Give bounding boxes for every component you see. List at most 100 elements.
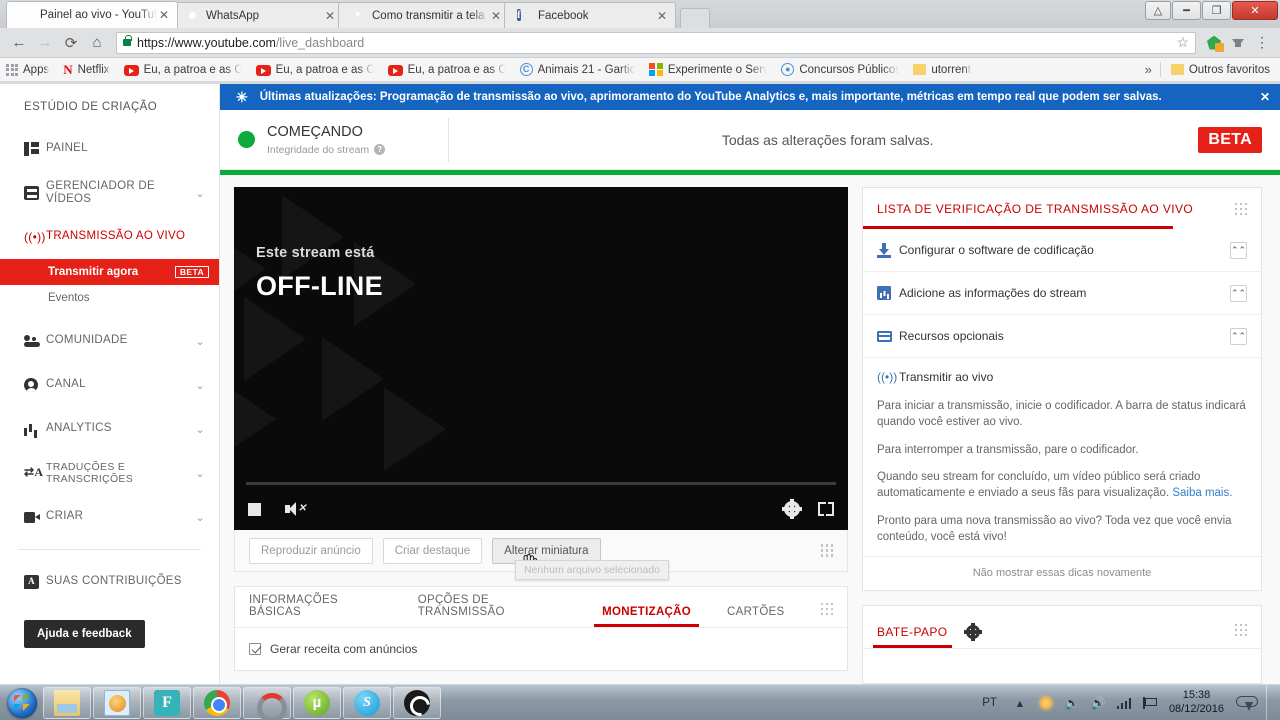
- sidebar-item-canal[interactable]: CANAL ⌄: [0, 363, 219, 407]
- bookmarks-overflow-icon[interactable]: »: [1137, 62, 1160, 77]
- storm-cloud-icon[interactable]: [1235, 693, 1259, 713]
- back-icon[interactable]: ←: [6, 31, 32, 55]
- gear-icon[interactable]: [782, 501, 802, 517]
- close-icon[interactable]: ✕: [489, 10, 503, 22]
- checklist-row-recursos-opcionais[interactable]: Recursos opcionais ⌃⌃: [863, 315, 1261, 358]
- tray-expand-icon[interactable]: ▴: [1010, 693, 1030, 713]
- bookmark-star-icon[interactable]: ☆: [1176, 34, 1189, 51]
- gear-icon[interactable]: [963, 623, 982, 642]
- close-icon[interactable]: ✕: [655, 10, 669, 22]
- taskbar-utorrent[interactable]: µ: [293, 686, 341, 719]
- close-icon[interactable]: ✕: [323, 10, 337, 22]
- bookmark-yt-1[interactable]: Eu, a patroa e as Crian: [123, 63, 242, 76]
- network-icon[interactable]: [1114, 693, 1134, 713]
- sidebar-item-painel[interactable]: PAINEL: [0, 127, 219, 171]
- browser-tab-0[interactable]: Painel ao vivo - YouTube ✕: [6, 1, 178, 28]
- new-tab-button[interactable]: [680, 8, 710, 28]
- help-and-feedback-button[interactable]: Ajuda e feedback: [24, 620, 145, 648]
- criar-destaque-button[interactable]: Criar destaque: [382, 537, 483, 564]
- stream-preview-player[interactable]: Este stream está OFF-LINE ✕: [234, 187, 848, 530]
- minimize-button[interactable]: ━: [1172, 1, 1201, 20]
- chevron-down-icon[interactable]: ⌄: [195, 511, 205, 524]
- taskbar-tool-app[interactable]: [243, 686, 291, 720]
- sidebar-item-comunidade[interactable]: COMUNIDADE ⌄: [0, 319, 219, 363]
- taskbar-google-chrome[interactable]: [193, 686, 241, 719]
- start-button[interactable]: [3, 686, 41, 720]
- stop-icon[interactable]: [248, 502, 261, 516]
- bookmark-netflix[interactable]: N Netflix: [63, 62, 109, 78]
- address-bar[interactable]: https://www.youtube.com/live_dashboard ☆: [116, 31, 1196, 54]
- sidebar-item-eventos[interactable]: Eventos: [0, 285, 219, 311]
- sidebar-item-transmitir-agora[interactable]: Transmitir agora BETA: [0, 259, 219, 285]
- volume-muted-icon[interactable]: ✕: [285, 501, 306, 517]
- browser-tab-3[interactable]: f Facebook ✕: [504, 2, 676, 28]
- bookmark-yt-2[interactable]: Eu, a patroa e as Crian: [255, 63, 374, 76]
- reproduzir-anuncio-button[interactable]: Reproduzir anúncio: [249, 537, 373, 564]
- sidebar-item-transmissao-ao-vivo[interactable]: ((•)) TRANSMISSÃO AO VIVO: [0, 215, 219, 259]
- drag-dots-icon[interactable]: [1234, 623, 1247, 637]
- sidebar-item-criar[interactable]: CRIAR ⌄: [0, 495, 219, 539]
- action-center-icon[interactable]: [1140, 693, 1160, 713]
- bookmark-yt-3[interactable]: Eu, a patroa e as Crian: [387, 63, 506, 76]
- tab-opcoes-de-transmissao[interactable]: OPÇÕES DE TRANSMISSÃO: [418, 594, 566, 627]
- download-icon[interactable]: [1226, 32, 1250, 54]
- close-button[interactable]: ✕: [1232, 1, 1278, 20]
- taskbar-skype[interactable]: S: [343, 686, 391, 719]
- taskbar-obs-studio[interactable]: [393, 686, 441, 719]
- taskbar-windows-media-player[interactable]: [93, 686, 141, 719]
- bookmark-gartic[interactable]: C Animais 21 - Gartic: [519, 63, 635, 76]
- chrome-menu-icon[interactable]: ⋮: [1250, 32, 1274, 54]
- taskbar-file-explorer[interactable]: [43, 686, 91, 719]
- checklist-row-transmitir-ao-vivo[interactable]: ((•)) Transmitir ao vivo: [863, 358, 1261, 396]
- sidebar-item-traducoes-e-transcricoes[interactable]: ⇄A TRADUÇÕES E TRANSCRIÇÕES ⌄: [0, 451, 219, 495]
- saiba-mais-link[interactable]: Saiba mais: [1172, 487, 1229, 499]
- taskbar-format-factory[interactable]: F: [143, 686, 191, 719]
- sun-icon[interactable]: [1036, 693, 1056, 713]
- browser-tab-1[interactable]: WhatsApp ✕: [172, 2, 344, 28]
- language-indicator[interactable]: PT: [982, 697, 997, 709]
- progress-bar[interactable]: [246, 482, 836, 485]
- drag-dots-icon[interactable]: [1234, 202, 1247, 216]
- bookmark-apps[interactable]: Apps: [6, 63, 49, 76]
- browser-tab-2[interactable]: Como transmitir a tela d ✕: [338, 2, 510, 28]
- volume-icon[interactable]: 🔈: [1062, 693, 1082, 713]
- chevron-down-icon[interactable]: ⌄: [195, 467, 205, 480]
- chevron-down-icon[interactable]: ⌄: [195, 379, 205, 392]
- bookmark-concursos[interactable]: ● Concursos Públicos e: [781, 63, 899, 76]
- extension-icon[interactable]: [1202, 32, 1226, 54]
- gerar-receita-checkbox[interactable]: [249, 643, 261, 655]
- chevron-down-icon[interactable]: ⌄: [195, 187, 205, 200]
- bookmark-other-folder[interactable]: Outros favoritos: [1170, 64, 1270, 76]
- chevron-down-icon[interactable]: ⌄: [195, 423, 205, 436]
- help-icon[interactable]: ?: [374, 144, 386, 156]
- checklist-row-informacoes-stream[interactable]: Adicione as informações do stream ⌃⌃: [863, 272, 1261, 315]
- tab-bate-papo[interactable]: BATE-PAPO: [873, 625, 952, 649]
- sidebar-item-analytics[interactable]: ANALYTICS ⌄: [0, 407, 219, 451]
- collapse-icon[interactable]: ⌃⌃: [1230, 284, 1247, 302]
- checklist-row-configurar-software[interactable]: Configurar o software de codificação ⌃⌃: [863, 229, 1261, 272]
- fullscreen-icon[interactable]: [818, 502, 834, 516]
- close-icon[interactable]: ✕: [157, 9, 171, 21]
- sidebar-item-suas-contribuicoes[interactable]: A SUAS CONTRIBUIÇÕES: [0, 560, 219, 604]
- show-desktop-button[interactable]: [1266, 684, 1278, 720]
- clock[interactable]: 15:38 08/12/2016: [1169, 689, 1224, 717]
- home-icon[interactable]: ⌂: [84, 31, 110, 55]
- reload-icon[interactable]: ⟳: [58, 31, 84, 55]
- collapse-icon[interactable]: ⌃⌃: [1230, 241, 1247, 259]
- user-profile-button[interactable]: △: [1145, 1, 1171, 20]
- tab-monetizacao[interactable]: MONETIZAÇÃO: [594, 606, 699, 627]
- forward-icon[interactable]: →: [32, 31, 58, 55]
- tab-cartoes[interactable]: CARTÕES: [727, 606, 784, 627]
- sidebar-item-gerenciador-de-videos[interactable]: GERENCIADOR DE VÍDEOS ⌄: [0, 171, 219, 215]
- close-icon[interactable]: ✕: [1250, 90, 1270, 104]
- dismiss-tips-link[interactable]: Não mostrar essas dicas novamente: [863, 556, 1261, 590]
- chevron-down-icon[interactable]: ⌄: [195, 335, 205, 348]
- drag-dots-icon[interactable]: [820, 544, 833, 557]
- bookmark-microsoft[interactable]: Experimente o Serviç: [649, 62, 767, 77]
- speaker-icon[interactable]: 🔊: [1088, 693, 1108, 713]
- tab-informacoes-basicas[interactable]: INFORMAÇÕES BÁSICAS: [249, 594, 382, 627]
- collapse-icon[interactable]: ⌃⌃: [1230, 327, 1247, 345]
- drag-dots-icon[interactable]: [820, 602, 833, 615]
- bookmark-utorrent[interactable]: utorrent: [913, 64, 971, 76]
- maximize-button[interactable]: ❐: [1202, 1, 1231, 20]
